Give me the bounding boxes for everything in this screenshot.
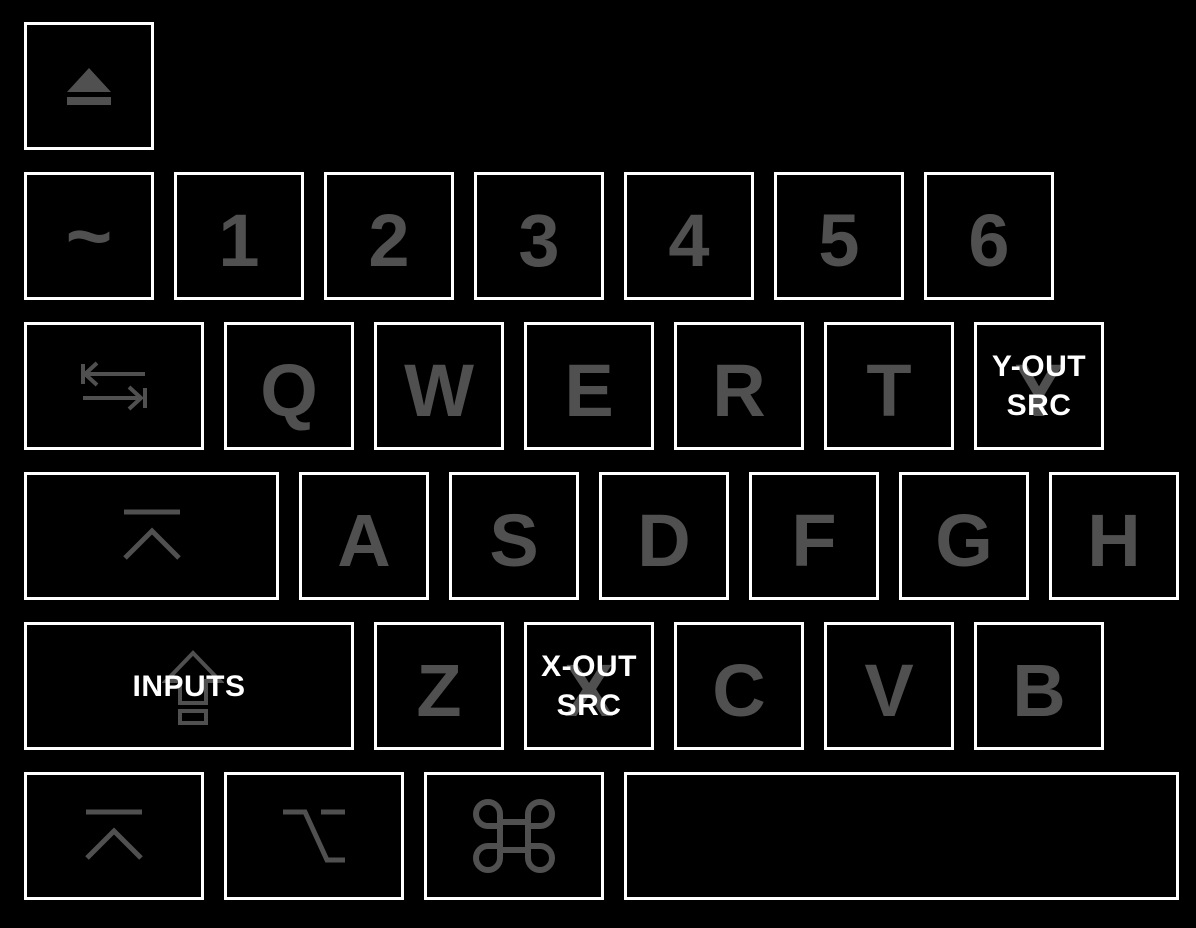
key-label: F xyxy=(791,499,837,582)
key-w[interactable]: W xyxy=(374,322,504,450)
key-r[interactable]: R xyxy=(674,322,804,450)
key-d[interactable]: D xyxy=(599,472,729,600)
key-label: 1 xyxy=(218,199,260,282)
control-caret-icon xyxy=(85,809,143,860)
key-tilde[interactable]: ~ xyxy=(24,172,154,300)
key-z[interactable]: Z xyxy=(374,622,504,750)
key-c[interactable]: C xyxy=(674,622,804,750)
control-key-bottom[interactable] xyxy=(24,772,204,900)
key-2[interactable]: 2 xyxy=(324,172,454,300)
key-label: ~ xyxy=(65,191,113,280)
key-label: R xyxy=(712,349,766,432)
control-key-left[interactable] xyxy=(24,472,279,600)
key-y-out-src[interactable]: Y Y-OUT SRC xyxy=(974,322,1104,450)
key-h[interactable]: H xyxy=(1049,472,1179,600)
option-key[interactable] xyxy=(224,772,404,900)
key-label: Q xyxy=(260,349,318,432)
command-icon xyxy=(473,799,555,873)
key-q[interactable]: Q xyxy=(224,322,354,450)
key-overlay-label: Y-OUT SRC xyxy=(991,350,1087,422)
key-3[interactable]: 3 xyxy=(474,172,604,300)
key-label: G xyxy=(935,499,993,582)
key-label: W xyxy=(404,349,474,432)
key-6[interactable]: 6 xyxy=(924,172,1054,300)
key-v[interactable]: V xyxy=(824,622,954,750)
key-label: T xyxy=(866,349,912,432)
key-s[interactable]: S xyxy=(449,472,579,600)
key-label: C xyxy=(712,649,766,732)
key-4[interactable]: 4 xyxy=(624,172,754,300)
command-key[interactable] xyxy=(424,772,604,900)
key-label: 5 xyxy=(818,199,860,282)
tab-arrows-icon xyxy=(81,361,147,411)
tab-key[interactable] xyxy=(24,322,204,450)
key-label: H xyxy=(1087,499,1141,582)
key-label: 6 xyxy=(968,199,1010,282)
key-x-out-src[interactable]: X X-OUT SRC xyxy=(524,622,654,750)
keyboard: ~ 1 2 3 4 5 6 Q W E R T Y Y-OUT SRC A S … xyxy=(0,0,1196,928)
key-label: A xyxy=(337,499,391,582)
key-f[interactable]: F xyxy=(749,472,879,600)
key-label: S xyxy=(489,499,539,582)
key-t[interactable]: T xyxy=(824,322,954,450)
key-label: E xyxy=(564,349,614,432)
space-bar[interactable] xyxy=(624,772,1179,900)
key-label: 3 xyxy=(518,199,560,282)
key-label: 4 xyxy=(668,199,710,282)
option-icon xyxy=(283,809,345,863)
key-label: D xyxy=(637,499,691,582)
key-label: Z xyxy=(416,649,462,732)
key-overlay-label: INPUTS xyxy=(132,669,246,703)
shift-key-inputs[interactable]: INPUTS xyxy=(24,622,354,750)
key-b[interactable]: B xyxy=(974,622,1104,750)
key-e[interactable]: E xyxy=(524,322,654,450)
key-label: 2 xyxy=(368,199,410,282)
key-label: B xyxy=(1012,649,1066,732)
key-1[interactable]: 1 xyxy=(174,172,304,300)
eject-icon xyxy=(67,68,111,105)
key-g[interactable]: G xyxy=(899,472,1029,600)
eject-key[interactable] xyxy=(24,22,154,150)
key-label: V xyxy=(864,649,914,732)
key-a[interactable]: A xyxy=(299,472,429,600)
control-caret-icon xyxy=(122,509,181,560)
key-overlay-label: X-OUT SRC xyxy=(541,650,637,722)
key-5[interactable]: 5 xyxy=(774,172,904,300)
